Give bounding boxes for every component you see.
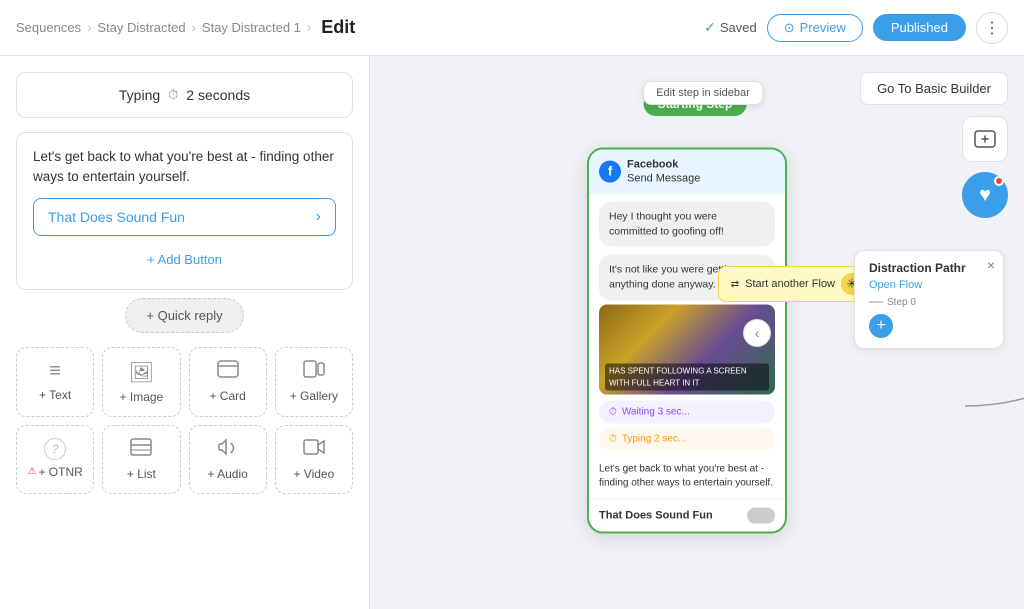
phone-bubble-1: Hey I thought you were committed to goof… bbox=[599, 202, 775, 247]
warn-icon: ⚠ bbox=[27, 466, 36, 477]
start-another-flow-label: Start another Flow bbox=[745, 278, 835, 290]
fb-header: f Facebook Send Message bbox=[589, 149, 785, 194]
button-item[interactable]: That Does Sound Fun › bbox=[33, 198, 336, 236]
distraction-add: + bbox=[869, 314, 989, 338]
add-flow-button[interactable]: + bbox=[869, 314, 893, 338]
start-another-flow[interactable]: ⇄ Start another Flow ✳ bbox=[718, 266, 876, 302]
add-image-button[interactable]: 🖼 + Image bbox=[102, 347, 180, 417]
add-otnr-button[interactable]: ? ⚠ + OTNR bbox=[16, 425, 94, 494]
check-icon: ✓ bbox=[704, 19, 716, 36]
edit-step-tooltip: Edit step in sidebar bbox=[643, 81, 763, 105]
breadcrumb: Sequences › Stay Distracted › Stay Distr… bbox=[16, 17, 355, 38]
distraction-title: Distraction Pathr bbox=[869, 261, 989, 275]
nav-back-arrow[interactable]: ‹ bbox=[743, 319, 771, 347]
go-basic-builder-button[interactable]: Go To Basic Builder bbox=[860, 72, 1008, 105]
list-icon bbox=[130, 438, 152, 462]
image-icon: 🖼 bbox=[129, 360, 154, 385]
fb-title: Facebook Send Message bbox=[627, 157, 700, 186]
sep2: › bbox=[192, 20, 196, 35]
header-actions: ✓ Saved ⊙ Preview Published ⋮ bbox=[704, 12, 1008, 44]
message-text: Let's get back to what you're best at - … bbox=[33, 147, 336, 188]
add-card-label: + Card bbox=[209, 389, 245, 403]
message-box: Let's get back to what you're best at - … bbox=[16, 132, 353, 290]
add-video-button[interactable]: + Video bbox=[275, 425, 353, 494]
step-label: Step 0 bbox=[887, 297, 916, 308]
add-gallery-button[interactable]: + Gallery bbox=[275, 347, 353, 417]
add-audio-label: + Audio bbox=[207, 467, 247, 481]
phone-gif: HAS SPENT FOLLOWING A SCREEN WITH FULL H… bbox=[599, 304, 775, 394]
toggle-icon bbox=[747, 507, 775, 523]
more-options-button[interactable]: ⋮ bbox=[976, 12, 1008, 44]
distraction-close-button[interactable]: × bbox=[987, 257, 995, 273]
canvas: Go To Basic Builder ♥ ‹ Edit step in sid… bbox=[370, 56, 1024, 609]
that-btn-label: That Does Sound Fun bbox=[599, 509, 713, 521]
fb-platform: Facebook bbox=[627, 157, 700, 171]
gif-text: HAS SPENT FOLLOWING A SCREEN WITH FULL H… bbox=[605, 364, 769, 390]
audio-icon bbox=[218, 438, 238, 462]
main-layout: Typing ⏱ 2 seconds Let's get back to wha… bbox=[0, 56, 1024, 609]
flow-label-icon: ⇄ bbox=[731, 279, 739, 290]
right-float-buttons: ♥ bbox=[962, 116, 1008, 218]
add-button-link[interactable]: + Add Button bbox=[33, 244, 336, 275]
sep3: › bbox=[307, 20, 311, 35]
saved-badge: ✓ Saved bbox=[704, 19, 757, 36]
add-list-button[interactable]: + List bbox=[102, 425, 180, 494]
video-icon bbox=[303, 438, 325, 462]
add-card-button[interactable]: + Card bbox=[189, 347, 267, 417]
saved-label: Saved bbox=[720, 20, 757, 35]
header: Sequences › Stay Distracted › Stay Distr… bbox=[0, 0, 1024, 56]
step-tag: Step 0 bbox=[869, 297, 989, 308]
type-indicator: ⏱ Typing 2 sec... bbox=[599, 427, 775, 450]
add-items-grid: ≡ + Text 🖼 + Image + Card bbox=[16, 347, 353, 494]
quick-reply-button[interactable]: + Quick reply bbox=[125, 298, 243, 333]
add-audio-button[interactable]: + Audio bbox=[189, 425, 267, 494]
breadcrumb-stay-distracted-1[interactable]: Stay Distracted 1 bbox=[202, 20, 301, 35]
sep1: › bbox=[87, 20, 91, 35]
clock-icon: ⏱ bbox=[168, 87, 178, 103]
published-button[interactable]: Published bbox=[873, 14, 966, 41]
add-otnr-label: ⚠ + OTNR bbox=[27, 465, 82, 479]
typing-box: Typing ⏱ 2 seconds bbox=[16, 72, 353, 118]
add-video-label: + Video bbox=[293, 467, 334, 481]
add-gallery-label: + Gallery bbox=[290, 389, 338, 403]
breadcrumb-sequences[interactable]: Sequences bbox=[16, 20, 81, 35]
otnr-icon: ? bbox=[44, 438, 66, 460]
page-title: Edit bbox=[321, 17, 355, 38]
button-label: That Does Sound Fun bbox=[48, 209, 185, 225]
breadcrumb-stay-distracted[interactable]: Stay Distracted bbox=[97, 20, 185, 35]
chevron-right-icon: › bbox=[316, 208, 321, 226]
typing-label: Typing 2 sec... bbox=[622, 433, 686, 444]
typing-label: Typing bbox=[119, 87, 160, 103]
sidebar: Typing ⏱ 2 seconds Let's get back to wha… bbox=[0, 56, 370, 609]
distraction-card: × Distraction Pathr Open Flow Step 0 + bbox=[854, 250, 1004, 349]
type-clock-icon: ⏱ bbox=[609, 433, 617, 444]
preview-icon: ⊙ bbox=[784, 20, 795, 36]
gallery-icon bbox=[303, 360, 325, 384]
notification-dot bbox=[994, 176, 1004, 186]
add-image-label: + Image bbox=[120, 390, 164, 404]
favorite-button[interactable]: ♥ bbox=[962, 172, 1008, 218]
facebook-icon: f bbox=[599, 160, 621, 182]
add-text-button[interactable]: ≡ + Text bbox=[16, 347, 94, 417]
wait-clock-icon: ⏱ bbox=[609, 406, 617, 417]
text-icon: ≡ bbox=[49, 360, 61, 383]
phone-that-btn: That Does Sound Fun bbox=[589, 498, 785, 531]
new-step-button[interactable] bbox=[962, 116, 1008, 162]
card-icon bbox=[217, 360, 239, 384]
add-text-label: + Text bbox=[39, 388, 71, 402]
preview-button[interactable]: ⊙ Preview bbox=[767, 14, 863, 42]
step-dash bbox=[869, 301, 883, 303]
open-flow-button[interactable]: Open Flow bbox=[869, 279, 989, 291]
heart-icon: ♥ bbox=[979, 184, 991, 207]
wait-indicator: ⏱ Waiting 3 sec... bbox=[599, 400, 775, 423]
typing-duration: 2 seconds bbox=[186, 87, 250, 103]
add-list-label: + List bbox=[127, 467, 156, 481]
phone-bottom-message: Let's get back to what you're best at - … bbox=[589, 454, 785, 498]
fb-action: Send Message bbox=[627, 171, 700, 185]
wait-label: Waiting 3 sec... bbox=[622, 406, 690, 417]
